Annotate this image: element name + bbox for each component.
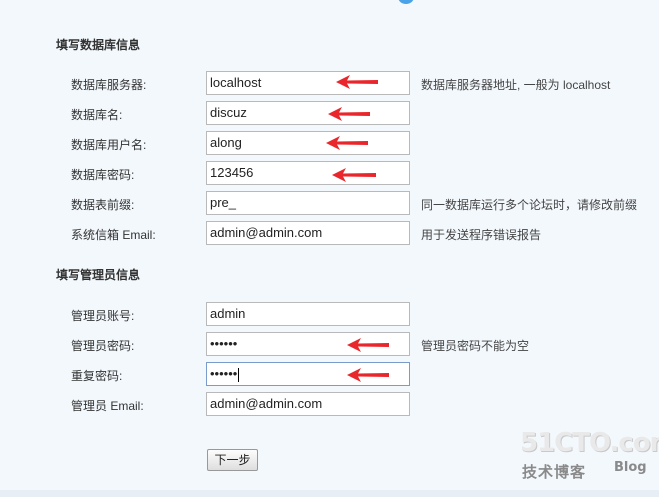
red-arrow-left-icon bbox=[347, 368, 389, 382]
next-step-button[interactable]: 下一步 bbox=[207, 449, 258, 471]
db-password-label: 数据库密码: bbox=[71, 168, 135, 182]
db-email-note: 用于发送程序错误报告 bbox=[421, 228, 542, 242]
admin-password-row: 管理员密码: •••••• 管理员密码不能为空 bbox=[0, 332, 659, 356]
db-email-input[interactable]: admin@admin.com bbox=[206, 221, 410, 245]
admin-repeat-row: 重复密码: •••••• bbox=[0, 362, 659, 386]
red-arrow-left-icon bbox=[332, 168, 376, 182]
red-arrow-left-icon bbox=[328, 107, 370, 121]
admin-password-note: 管理员密码不能为空 bbox=[421, 339, 530, 353]
watermark-logo: 51CTO.com 技术博客 Blog bbox=[520, 428, 659, 488]
admin-email-label: 管理员 Email: bbox=[71, 399, 144, 413]
admin-repeat-label: 重复密码: bbox=[71, 369, 123, 383]
watermark-main-text: 51CTO.com bbox=[520, 428, 659, 458]
db-email-label: 系统信箱 Email: bbox=[71, 228, 156, 242]
admin-repeat-value: •••••• bbox=[210, 366, 238, 381]
db-prefix-row: 数据表前缀: pre_ 同一数据库运行多个论坛时，请修改前缀 bbox=[0, 191, 659, 215]
db-user-label: 数据库用户名: bbox=[71, 138, 147, 152]
admin-account-label: 管理员账号: bbox=[71, 309, 135, 323]
admin-account-input[interactable]: admin bbox=[206, 302, 410, 326]
watermark-blog-text: Blog bbox=[614, 460, 647, 475]
db-name-label: 数据库名: bbox=[71, 108, 123, 122]
admin-password-label: 管理员密码: bbox=[71, 339, 135, 353]
admin-email-input[interactable]: admin@admin.com bbox=[206, 392, 410, 416]
db-name-input[interactable]: discuz bbox=[206, 101, 410, 125]
db-host-row: 数据库服务器: localhost 数据库服务器地址, 一般为 localhos… bbox=[0, 71, 659, 95]
section-title-database: 填写数据库信息 bbox=[56, 38, 141, 52]
admin-account-row: 管理员账号: admin bbox=[0, 302, 659, 326]
db-prefix-input[interactable]: pre_ bbox=[206, 191, 410, 215]
red-arrow-left-icon bbox=[347, 338, 389, 352]
top-circle-icon bbox=[398, 0, 414, 4]
red-arrow-left-icon bbox=[336, 75, 378, 89]
db-host-note: 数据库服务器地址, 一般为 localhost bbox=[421, 78, 611, 92]
db-password-input[interactable]: 123456 bbox=[206, 161, 410, 185]
db-host-label: 数据库服务器: bbox=[71, 78, 147, 92]
watermark-sub-text: 技术博客 bbox=[522, 463, 587, 481]
db-prefix-label: 数据表前缀: bbox=[71, 198, 135, 212]
bottom-bar bbox=[0, 490, 659, 497]
section-title-admin: 填写管理员信息 bbox=[56, 268, 141, 282]
text-caret bbox=[238, 367, 240, 382]
db-prefix-note: 同一数据库运行多个论坛时，请修改前缀 bbox=[421, 198, 638, 212]
db-email-row: 系统信箱 Email: admin@admin.com 用于发送程序错误报告 bbox=[0, 221, 659, 245]
admin-email-row: 管理员 Email: admin@admin.com bbox=[0, 392, 659, 416]
red-arrow-left-icon bbox=[326, 136, 368, 150]
db-user-input[interactable]: along bbox=[206, 131, 410, 155]
